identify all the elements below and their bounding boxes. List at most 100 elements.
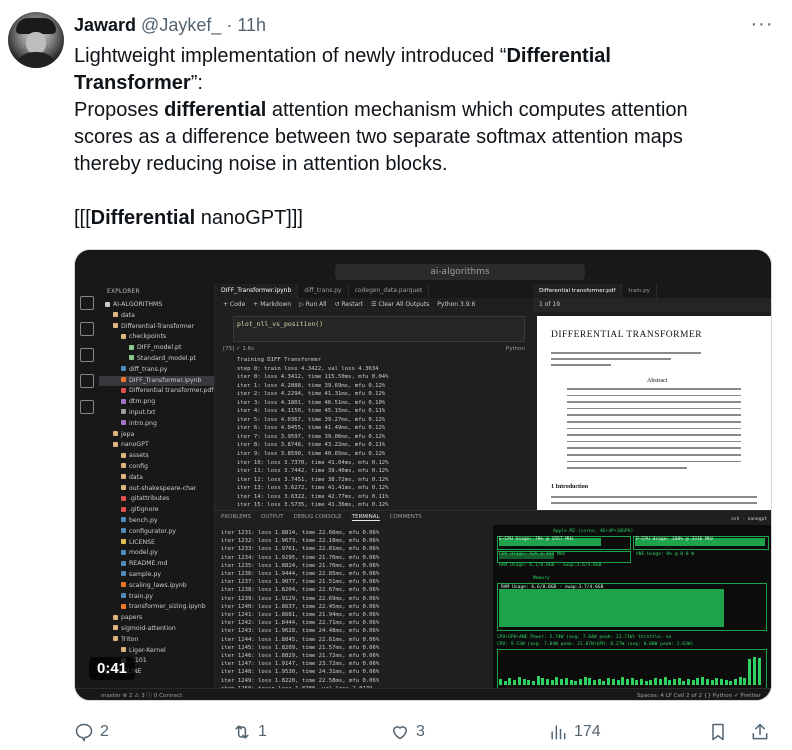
file-tree-label: model.py [129,549,158,557]
tweet-text-span: [[[ [74,207,91,229]
file-tree-label: checkpoints [129,333,167,341]
file-tree-item[interactable]: assets [99,451,214,462]
file-tree-label: configurator.py [129,527,176,535]
power-chart-bar [574,681,578,685]
bookmark-icon [712,723,724,741]
more-options-icon[interactable]: ··· [750,14,774,34]
views-button[interactable]: 174 [548,718,601,746]
file-tree-item[interactable]: sigmoid-attention [99,624,214,635]
file-tree-item[interactable]: input.txt [99,408,214,419]
panel-tab[interactable]: COMMENTS [390,514,422,520]
output-line: iter 6: loss 4.0455, time 41.49ms, mfu 0… [237,425,386,432]
cpu-label: CPU Usage: 42% @ 444 MHz [499,552,566,557]
reply-icon [75,723,93,742]
panel-tab[interactable]: PROBLEMS [221,514,251,520]
file-tree-label: bench.py [129,516,158,524]
file-tree-item[interactable]: train.py [99,592,214,603]
video-player[interactable]: ai-algorithms EXPLORER AI-ALGORITHMS data… [74,249,772,701]
file-tree-item[interactable]: Differential-Transformer [99,322,214,333]
reply-button[interactable]: 2 [74,718,109,746]
output-line: iter 1241: loss 1.8681, time 21.94ms, mf… [221,612,380,619]
file-tree-item[interactable]: configurator.py [99,527,214,538]
file-tree-item[interactable]: diff_trans.py [99,365,214,376]
panel-tab[interactable]: OUTPUT [261,514,283,520]
file-tree-item[interactable]: checkpoints [99,332,214,343]
pcpu-label: P-CPU Usage: 100% @ 3316 MHz [636,537,714,542]
file-tree-item[interactable]: DIFF_Transformer.ipynb [99,375,214,387]
file-tree-item[interactable]: nanoGPT [99,440,214,451]
file-tree-item[interactable]: AI-ALGORITHMS [99,300,214,311]
output-line: iter 1233: loss 1.9761, time 22.81ms, mf… [221,546,380,553]
output-line: iter 11: loss 3.7442, time 39.46ms, mfu … [237,468,389,475]
code-cell: plot_nll_vs_position() [233,316,525,342]
pdf-toolbar: 1 of 19 [533,298,771,312]
file-tree-item[interactable]: Standard_model.pt [99,354,214,365]
output-line: iter 12: loss 3.7451, time 38.72ms, mfu … [237,476,389,483]
notebook-toolbar-item[interactable]: Python 3.9.6 [437,301,475,308]
source-control-icon [80,348,94,362]
ram-usage-label: RAM Usage: 6.6/8.0GB - swap:3.7/4.0GB [501,585,604,590]
power-chart-bar [536,676,540,685]
file-tree-item[interactable]: model.py [99,548,214,559]
editor-tab[interactable]: codegen_data.parquet [349,284,430,298]
author-name[interactable]: Jaward [74,15,136,36]
file-tree-item[interactable]: transformer_sizing.ipynb [99,602,214,613]
power-chart-bar [555,677,559,685]
file-tree-item[interactable]: scaling_laws.ipynb [99,581,214,592]
notebook-toolbar-item[interactable]: + Markdown [253,301,291,308]
file-tree-item[interactable]: Differential transformer.pdf [99,386,214,397]
file-type-icon [121,539,126,545]
power-chart-bar [550,680,554,685]
repost-button[interactable]: 1 [232,718,267,746]
file-type-icon [121,474,126,480]
panel-tab[interactable]: TERMINAL [351,514,380,521]
editor-tab[interactable]: Differential transformer.pdf [533,284,623,298]
file-tree-label: jepa [121,430,135,438]
file-tree-label: .gitattributes [129,495,170,503]
file-tree-item[interactable]: jepa [99,430,214,441]
power-chart-bar [743,678,747,685]
file-tree-item[interactable]: .gitattributes [99,494,214,505]
bookmark-button[interactable] [708,718,734,746]
file-tree-item[interactable]: config [99,462,214,473]
notebook-toolbar: + Code + Markdown ▷ Run All ↺ Restart ☰ Clea… [215,298,533,312]
file-tree-item[interactable]: dtm.png [99,397,214,408]
file-tree-item[interactable]: Liger-Kernel [99,646,214,657]
file-tree-item[interactable]: README.md [99,559,214,570]
pdf-authors-line [551,352,701,354]
post-time[interactable]: 11h [237,15,266,36]
file-tree-item[interactable]: DIFF_model.pt [99,343,214,354]
like-button[interactable]: 3 [390,718,425,746]
file-tree-label: transformer_sizing.ipynb [129,603,206,611]
author-handle[interactable]: @Jaykef_ [141,15,221,36]
power-chart-bar [531,681,535,685]
cpu-power-label: CPU: 9.53W (avg: 7.84W peak: 21.07W)GPU:… [497,642,694,647]
output-line: iter 15: loss 3.5735, time 41.36ms, mfu … [237,502,389,509]
notebook-toolbar-item[interactable]: ☰ Clear All Outputs [371,301,429,308]
file-tree-item[interactable]: data [99,473,214,484]
pdf-abstract-line [567,421,741,423]
share-button[interactable] [750,718,776,746]
editor-tab[interactable]: diff_trans.py [298,284,349,298]
file-tree-item[interactable]: bench.py [99,516,214,527]
file-tree-item[interactable]: out-shakespeare-char [99,484,214,495]
file-tree-item[interactable]: sample.py [99,570,214,581]
power-chart-bar [715,678,719,685]
file-tree-item[interactable]: papers [99,613,214,624]
editor-tab[interactable]: train.py [622,284,657,298]
power-chart-bar [724,680,728,685]
file-tree-item[interactable]: .gitignore [99,505,214,516]
power-chart-bar [658,679,662,685]
editor-tab[interactable]: DIFF_Transformer.ipynb [215,284,299,298]
notebook-toolbar-item[interactable]: ▷ Run All [299,301,326,308]
notebook-toolbar-item[interactable]: ↺ Restart [335,301,364,308]
file-tree-item[interactable]: Triton [99,635,214,646]
panel-tab[interactable]: DEBUG CONSOLE [293,514,341,520]
output-line: iter 14: loss 3.6322, time 42.77ms, mfu … [237,493,389,500]
file-tree-item[interactable]: intro.png [99,419,214,430]
author-avatar[interactable] [8,12,64,68]
notebook-toolbar-item[interactable]: + Code [223,301,245,308]
file-tree-label: scaling_laws.ipynb [129,581,187,589]
file-tree-item[interactable]: LICENSE [99,538,214,549]
file-tree-item[interactable]: data [99,311,214,322]
